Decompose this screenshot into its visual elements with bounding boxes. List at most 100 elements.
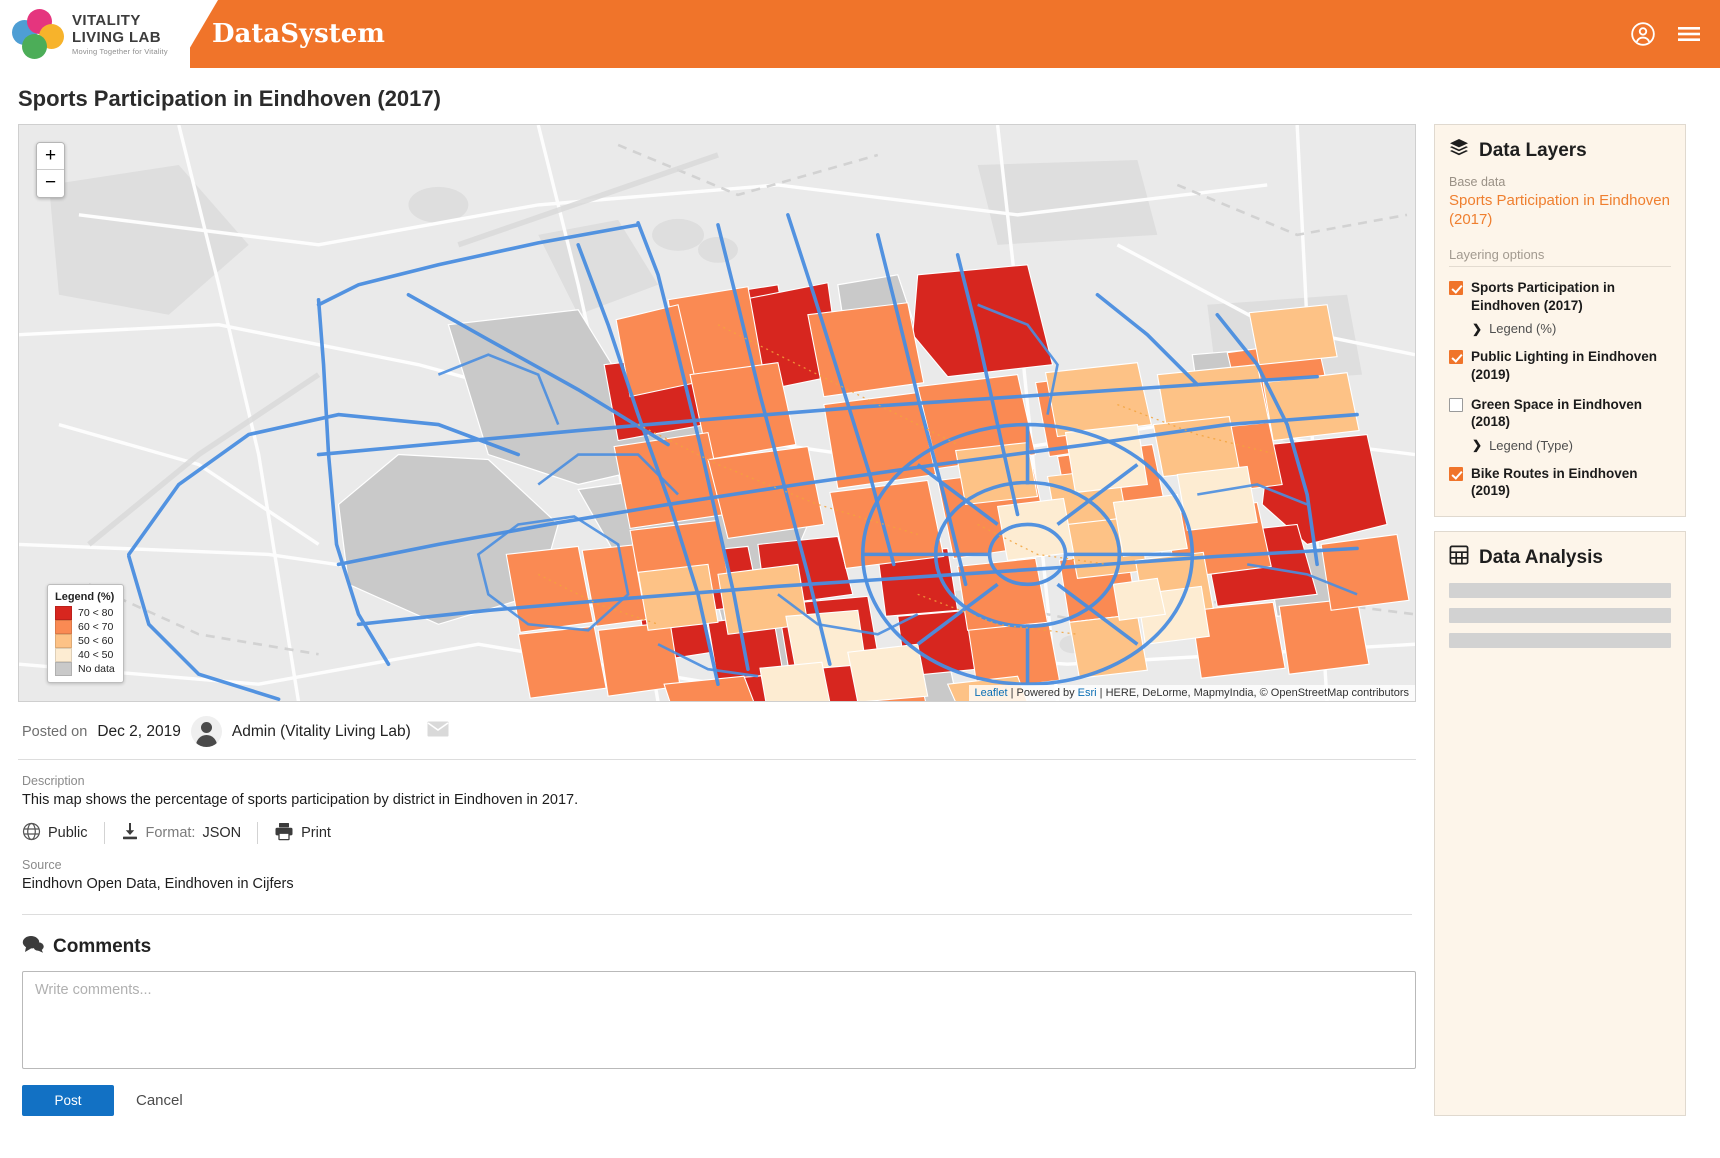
data-analysis-title: Data Analysis — [1479, 546, 1603, 568]
action-divider-1 — [103, 822, 105, 844]
layer-toggle-row[interactable]: Public Lighting in Eindhoven (2019) — [1449, 348, 1671, 383]
metadata-section: Posted on Dec 2, 2019 Admin (Vitality Li… — [18, 702, 1416, 915]
base-data-label: Base data — [1449, 175, 1506, 189]
calculator-icon — [1449, 545, 1469, 571]
esri-link[interactable]: Esri — [1078, 687, 1097, 699]
chevron-right-icon: ❯ — [1472, 321, 1483, 336]
visibility-action[interactable]: Public — [22, 822, 88, 844]
visibility-label: Public — [48, 825, 88, 841]
layer-checkbox[interactable] — [1449, 281, 1463, 296]
legend-swatch — [55, 662, 72, 676]
page-title: Sports Participation in Eindhoven (2017) — [18, 86, 441, 111]
layering-options-label: Layering options — [1449, 247, 1671, 268]
legend-label: 60 < 70 — [78, 621, 114, 633]
comment-actions: Post Cancel — [22, 1085, 1416, 1116]
legend-label: No data — [78, 663, 115, 675]
download-action[interactable]: Format: JSON — [121, 822, 242, 844]
legend-label: 40 < 50 — [78, 649, 114, 661]
print-action[interactable]: Print — [274, 822, 331, 844]
hamburger-menu-icon[interactable] — [1676, 23, 1702, 45]
layer-checkbox[interactable] — [1449, 397, 1463, 412]
layer-label: Sports Participation in Eindhoven (2017) — [1471, 280, 1616, 313]
zoom-out-button[interactable]: − — [37, 170, 64, 197]
layer-entry: Green Space in Eindhoven (2018) ❯ Legend (… — [1449, 396, 1671, 453]
comments-section: Comments Post Cancel — [18, 935, 1416, 1116]
legend-swatch — [55, 620, 72, 634]
data-analysis-panel: Data Analysis — [1434, 530, 1686, 1116]
base-data-value[interactable]: Sports Participation in Eindhoven (2017) — [1449, 191, 1671, 229]
account-circle-icon[interactable] — [1630, 21, 1656, 47]
legend-swatch — [55, 606, 72, 620]
map-zoom-controls[interactable]: + − — [36, 142, 65, 198]
legend-row: 50 < 60 — [55, 634, 115, 648]
format-value: JSON — [202, 825, 242, 841]
map-container[interactable]: + − Legend (%) 70 < 80 60 < 70 50 < 60 40 <… — [18, 124, 1416, 702]
legend-row: No data — [55, 662, 115, 676]
action-divider-2 — [257, 822, 259, 844]
legend-label: 50 < 60 — [78, 635, 114, 647]
layer-legend-link[interactable]: ❯ Legend (%) — [1472, 321, 1671, 336]
analysis-placeholder-bar — [1449, 632, 1671, 648]
header-actions — [1630, 0, 1702, 68]
map-attribution: Leaflet | Powered by Esri | HERE, DeLorm… — [968, 685, 1415, 701]
description-label: Description — [22, 774, 85, 788]
attr-rest: | HERE, DeLorme, MapmyIndia, © OpenStree… — [1096, 687, 1409, 699]
left-column: + − Legend (%) 70 < 80 60 < 70 50 < 60 40 <… — [18, 124, 1416, 1116]
envelope-icon[interactable] — [427, 721, 449, 742]
leaflet-link[interactable]: Leaflet — [975, 687, 1008, 699]
print-label: Print — [301, 825, 331, 841]
app-header: VITALITY LIVING LAB Moving Together for … — [0, 0, 1720, 68]
layer-list: Sports Participation in Eindhoven (2017)… — [1449, 279, 1671, 499]
map-canvas[interactable] — [19, 125, 1415, 702]
analysis-placeholder-list — [1449, 582, 1671, 648]
printer-icon — [274, 822, 294, 844]
layer-entry: Bike Routes in Eindhoven (2019) — [1449, 465, 1671, 500]
layer-toggle-row[interactable]: Bike Routes in Eindhoven (2019) — [1449, 465, 1671, 500]
comments-icon — [22, 935, 44, 959]
map-legend-title: Legend (%) — [55, 591, 115, 603]
legend-swatch — [55, 648, 72, 662]
brand-logo[interactable]: VITALITY LIVING LAB Moving Together for … — [0, 0, 190, 68]
resource-actions: Public Format: JSON Print — [22, 822, 1416, 844]
legend-label: 70 < 80 — [78, 607, 114, 619]
description-text: This map shows the percentage of sports … — [22, 792, 579, 808]
posted-row: Posted on Dec 2, 2019 Admin (Vitality Li… — [18, 702, 1416, 760]
map-legend: Legend (%) 70 < 80 60 < 70 50 < 60 40 < 50 N… — [47, 584, 124, 683]
layers-icon — [1449, 138, 1469, 163]
source-text: Eindhovn Open Data, Eindhoven in Cijfers — [22, 876, 294, 892]
data-analysis-header: Data Analysis — [1449, 545, 1671, 571]
legend-row: 60 < 70 — [55, 620, 115, 634]
legend-row: 40 < 50 — [55, 648, 115, 662]
cancel-comment-button[interactable]: Cancel — [136, 1092, 183, 1109]
post-comment-button[interactable]: Post — [22, 1085, 114, 1116]
posted-date: Dec 2, 2019 — [97, 722, 181, 740]
zoom-in-button[interactable]: + — [37, 143, 64, 170]
layer-label: Public Lighting in Eindhoven (2019) — [1471, 349, 1657, 383]
chevron-right-icon: ❯ — [1472, 438, 1483, 453]
user-avatar-icon — [190, 716, 222, 747]
layer-entry: Public Lighting in Eindhoven (2019) — [1449, 348, 1671, 383]
data-layers-header: Data Layers — [1449, 138, 1671, 163]
data-layers-title: Data Layers — [1479, 139, 1587, 161]
analysis-placeholder-bar — [1449, 582, 1671, 598]
right-sidebar: Data Layers Base data Sports Participati… — [1434, 124, 1686, 1116]
layer-legend-link-label: Legend (%) — [1489, 321, 1557, 337]
globe-icon — [22, 822, 41, 844]
data-layers-panel: Data Layers Base data Sports Participati… — [1434, 124, 1686, 517]
format-label: Format: — [145, 825, 196, 841]
layer-toggle-row[interactable]: Green Space in Eindhoven (2018) — [1449, 396, 1671, 431]
app-brand-title: DataSystem — [212, 19, 385, 49]
author-name: Admin (Vitality Living Lab) — [231, 722, 411, 740]
comment-input[interactable] — [22, 971, 1416, 1069]
vitality-circles-icon — [12, 8, 64, 60]
layer-legend-link[interactable]: ❯ Legend (Type) — [1472, 438, 1671, 453]
layer-checkbox[interactable] — [1449, 350, 1463, 365]
layer-checkbox[interactable] — [1449, 466, 1463, 481]
layer-toggle-row[interactable]: Sports Participation in Eindhoven (2017) — [1449, 279, 1671, 314]
analysis-placeholder-bar — [1449, 607, 1671, 623]
logo-line-1: VITALITY — [72, 11, 141, 29]
section-divider — [22, 914, 1412, 915]
download-icon — [121, 822, 139, 844]
source-label: Source — [22, 858, 62, 872]
logo-tagline: Moving Together for Vitality — [72, 46, 168, 56]
